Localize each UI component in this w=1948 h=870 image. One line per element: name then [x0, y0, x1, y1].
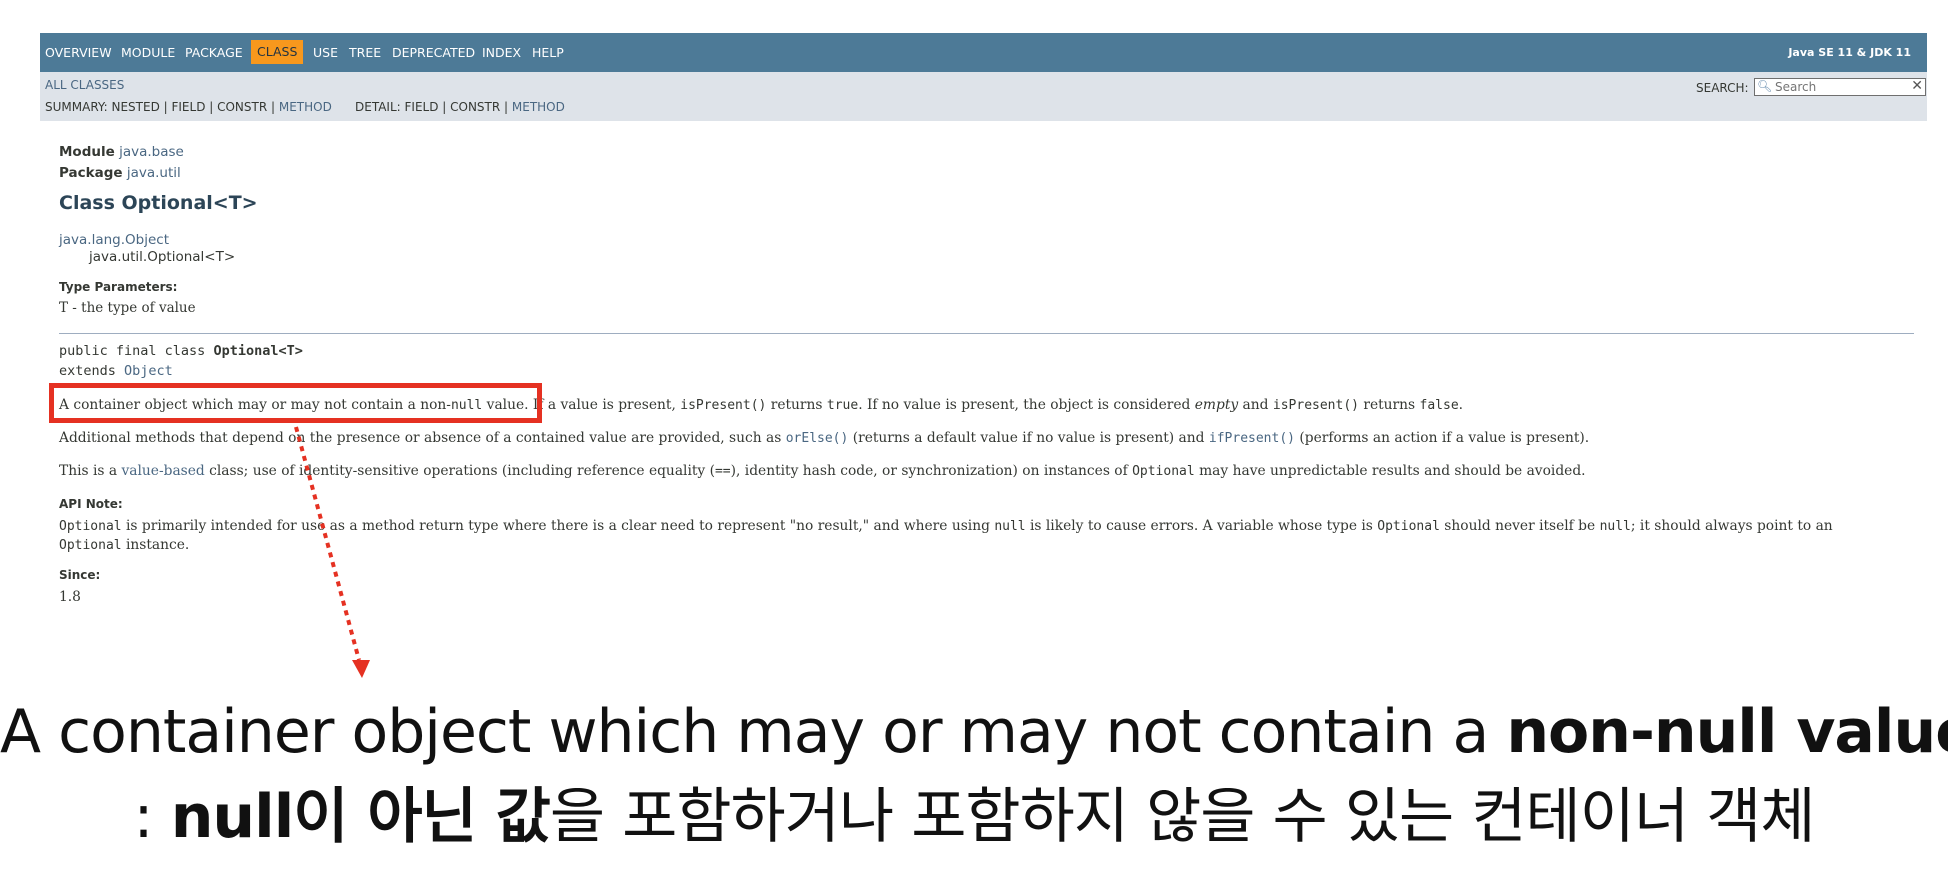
- caption-bold: non-null value: [1506, 697, 1948, 767]
- caption-text: :: [133, 782, 171, 852]
- caption-line-1: A container object which may or may not …: [0, 697, 1948, 767]
- caption-text: A container object which may or may not …: [0, 697, 1507, 767]
- caption-text: 을 포함하거나 포함하지 않을 수 있는 컨테이너 객체: [549, 782, 1816, 852]
- caption-line-2: : null이 아닌 값을 포함하거나 포함하지 않을 수 있는 컨테이너 객체: [0, 768, 1948, 855]
- arrow-line: [294, 426, 361, 661]
- arrow-head: [352, 660, 370, 678]
- caption-bold: null이 아닌 값: [170, 782, 551, 852]
